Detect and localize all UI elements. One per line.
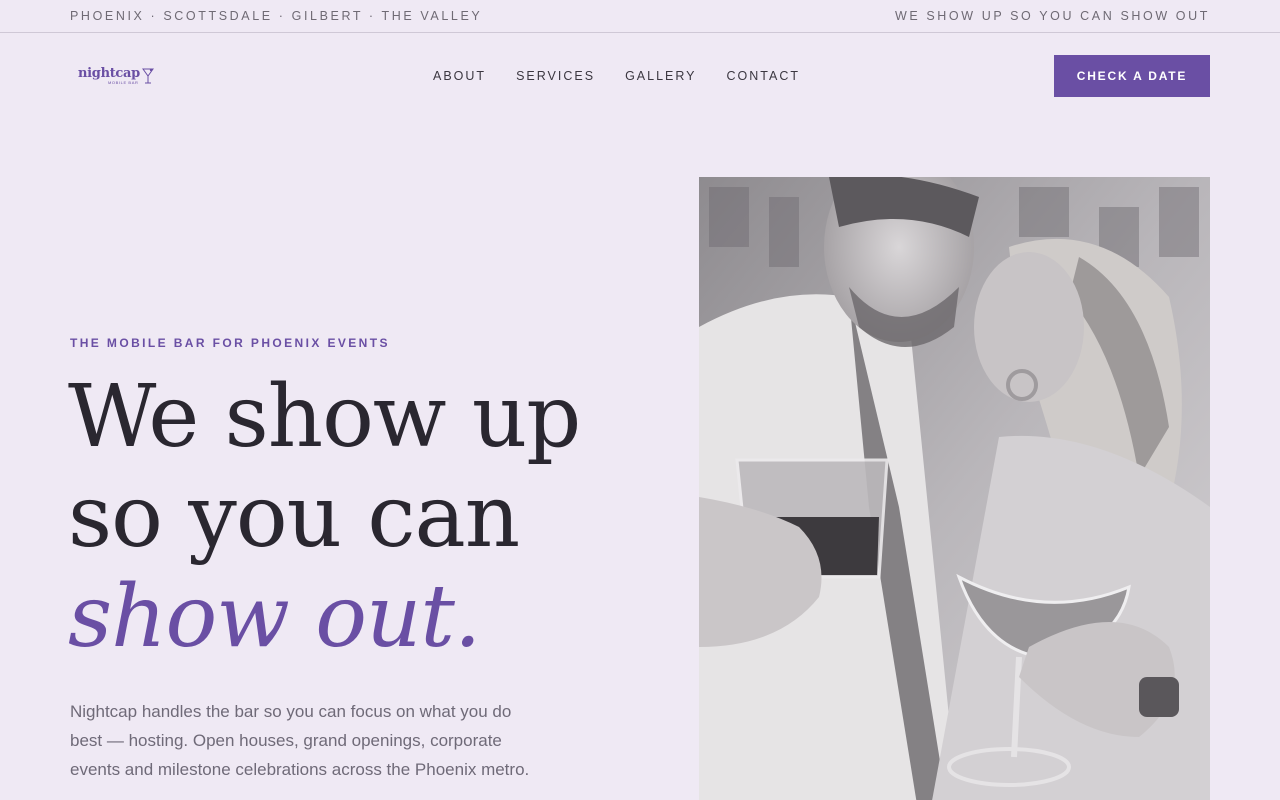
headline-line-1: We show up xyxy=(68,367,581,467)
hero-photo xyxy=(699,177,1210,800)
nav-gallery[interactable]: GALLERY xyxy=(625,69,696,83)
hero-eyebrow: THE MOBILE BAR FOR PHOENIX EVENTS xyxy=(70,336,390,350)
couple-toast-photo-image xyxy=(699,177,1210,800)
tagline-text: WE SHOW UP SO YOU CAN SHOW OUT xyxy=(894,9,1210,23)
headline-line-2: so you can xyxy=(68,467,520,567)
service-area-text: PHOENIX · SCOTTSDALE · GILBERT · THE VAL… xyxy=(70,9,483,23)
hero-lead-paragraph: Nightcap handles the bar so you can focu… xyxy=(70,702,530,779)
logo-subtitle: MOBILE BAR xyxy=(108,80,139,85)
nav-services[interactable]: SERVICES xyxy=(516,69,595,83)
logo[interactable]: nightcap MOBILE BAR xyxy=(78,67,154,85)
martini-glass-icon xyxy=(141,68,154,84)
hero-section: THE MOBILE BAR FOR PHOENIX EVENTS We sho… xyxy=(0,119,1280,800)
top-strip: PHOENIX · SCOTTSDALE · GILBERT · THE VAL… xyxy=(0,0,1280,33)
headline-accent: show out. xyxy=(68,567,481,667)
logo-wordmark: nightcap xyxy=(78,66,140,81)
main-nav: ABOUT SERVICES GALLERY CONTACT xyxy=(433,33,800,119)
site-header: nightcap MOBILE BAR ABOUT SERVICES GALLE… xyxy=(0,33,1280,119)
nav-contact[interactable]: CONTACT xyxy=(727,69,801,83)
nav-about[interactable]: ABOUT xyxy=(433,69,486,83)
logo-text: nightcap MOBILE BAR xyxy=(78,67,140,85)
hero-headline: We show up so you can show out. xyxy=(68,367,581,667)
check-a-date-button[interactable]: CHECK A DATE xyxy=(1054,55,1210,97)
